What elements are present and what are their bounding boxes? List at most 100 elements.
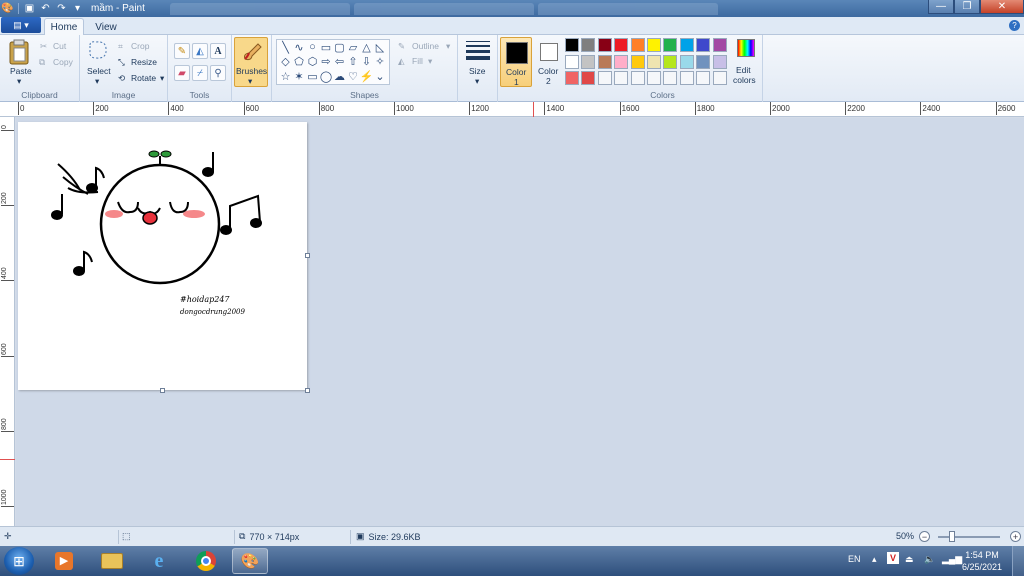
palette-swatch[interactable] (581, 71, 596, 85)
palette-swatch[interactable] (565, 71, 579, 85)
palette-swatch[interactable] (696, 54, 711, 69)
pencil-icon[interactable]: ✎ (174, 43, 190, 59)
shape-option[interactable]: ╲ (279, 41, 292, 54)
shape-option[interactable]: ⚡ (360, 70, 374, 83)
tab-view[interactable]: View (88, 18, 124, 36)
shape-option[interactable]: ⇦ (333, 56, 346, 68)
paint-taskbar-icon[interactable]: 🎨 (232, 548, 268, 574)
antivirus-tray-icon[interactable]: V (887, 552, 899, 564)
palette-swatch[interactable] (679, 54, 694, 69)
customize-qat-icon[interactable]: ▾ (72, 3, 83, 14)
shape-option[interactable]: ⇧ (347, 56, 360, 68)
shape-option[interactable]: ▭ (320, 41, 333, 54)
shape-option[interactable]: ☆ (279, 70, 292, 83)
shape-option[interactable]: ♡ (347, 70, 360, 83)
shape-option[interactable]: ◺ (374, 41, 387, 54)
shape-option[interactable]: ⇨ (320, 56, 333, 68)
rotate-button[interactable]: Rotate (131, 73, 156, 83)
help-icon[interactable]: ? (1009, 20, 1020, 31)
outline-button[interactable]: Outline (412, 41, 439, 51)
palette-swatch[interactable] (663, 38, 678, 52)
palette-swatch[interactable] (712, 54, 727, 69)
media-player-taskbar-icon[interactable]: ▶ (46, 548, 82, 574)
undo-icon[interactable]: ↶ (40, 3, 51, 14)
eraser-icon[interactable]: ▰ (174, 65, 190, 81)
palette-swatch[interactable] (679, 71, 694, 85)
shape-option[interactable]: ⬡ (306, 56, 319, 68)
resize-handle-bottom[interactable] (160, 388, 165, 393)
shape-option[interactable]: ○ (306, 41, 319, 53)
show-desktop-button[interactable] (1012, 546, 1024, 576)
shape-option[interactable]: ☁ (333, 70, 346, 83)
start-button[interactable]: ⊞ (4, 547, 34, 575)
shape-option[interactable]: ⌄ (374, 70, 387, 83)
shape-option[interactable]: ▢ (333, 41, 346, 54)
cut-button[interactable]: Cut (53, 41, 66, 51)
shape-option[interactable]: ◯ (320, 70, 333, 83)
shape-option[interactable]: ∿ (293, 41, 306, 54)
palette-swatch[interactable] (597, 54, 612, 69)
resize-handle-corner[interactable] (305, 388, 310, 393)
shape-option[interactable]: ▭ (306, 70, 319, 83)
palette-swatch[interactable] (679, 38, 694, 52)
palette-swatch[interactable] (696, 38, 711, 52)
usb-tray-icon[interactable]: ⏏ (905, 554, 914, 565)
palette-swatch[interactable] (647, 38, 661, 52)
system-clock[interactable]: 1:54 PM 6/25/2021 (962, 549, 1002, 573)
palette-swatch[interactable] (614, 38, 629, 52)
resize-button[interactable]: Resize (131, 57, 157, 67)
palette-swatch[interactable] (712, 38, 727, 52)
palette-swatch[interactable] (696, 71, 711, 85)
fill-bucket-icon[interactable]: ◭ (192, 43, 208, 59)
palette-swatch[interactable] (581, 54, 596, 69)
palette-swatch[interactable] (647, 54, 661, 69)
paste-button[interactable]: Paste ▾ (8, 39, 32, 87)
shape-option[interactable]: △ (360, 41, 373, 54)
size-group[interactable]: Size ▾ (458, 35, 498, 102)
palette-swatch[interactable] (663, 71, 678, 85)
shape-option[interactable]: ⇩ (360, 56, 373, 68)
palette-swatch[interactable] (663, 54, 678, 69)
shape-option[interactable]: ▱ (347, 41, 360, 54)
text-tool-icon[interactable]: A (210, 43, 226, 59)
copy-button[interactable]: Copy (53, 57, 73, 67)
canvas-work-area[interactable]: #hoidap247 dongocdrung2009 (16, 118, 1024, 526)
palette-swatch[interactable] (597, 71, 612, 85)
palette-swatch[interactable] (630, 38, 645, 52)
file-explorer-taskbar-icon[interactable] (94, 548, 130, 574)
maximize-button[interactable]: ❐ (954, 0, 980, 14)
zoom-in-button[interactable]: + (1010, 531, 1021, 542)
palette-swatch[interactable] (581, 38, 596, 52)
internet-explorer-taskbar-icon[interactable]: e (141, 548, 177, 574)
drawing-canvas[interactable]: #hoidap247 dongocdrung2009 (18, 122, 310, 393)
shape-option[interactable]: ◇ (279, 56, 292, 68)
fill-button[interactable]: Fill (412, 56, 423, 66)
close-button[interactable]: ✕ (980, 0, 1024, 14)
shape-option[interactable]: ⬠ (293, 56, 306, 68)
network-tray-icon[interactable]: ▂▄▆ (942, 554, 962, 565)
crop-button[interactable]: Crop (131, 41, 149, 51)
paint-app-icon[interactable]: 🎨 (1, 3, 13, 14)
zoom-slider[interactable] (938, 536, 1000, 538)
brushes-button[interactable]: Brushes ▾ (234, 37, 268, 87)
palette-swatch[interactable] (614, 54, 629, 69)
palette-swatch[interactable] (565, 54, 579, 69)
volume-tray-icon[interactable]: 🔈 (924, 554, 935, 565)
color2-button[interactable]: Color 2 (535, 37, 563, 87)
save-icon[interactable]: ▣ (24, 3, 35, 14)
palette-swatch[interactable] (630, 54, 645, 69)
resize-handle-right[interactable] (305, 253, 310, 258)
zoom-out-button[interactable]: − (919, 531, 930, 542)
tab-home[interactable]: Home (44, 18, 84, 36)
magnifier-icon[interactable]: ⚲ (210, 65, 226, 81)
select-button[interactable]: Select ▾ (86, 39, 112, 87)
palette-swatch[interactable] (565, 38, 579, 52)
edit-colors-button[interactable]: Edit colors (731, 39, 761, 89)
chrome-taskbar-icon[interactable] (188, 548, 224, 574)
palette-swatch[interactable] (614, 71, 629, 85)
palette-swatch[interactable] (630, 71, 645, 85)
zoom-slider-thumb[interactable] (949, 531, 955, 542)
shape-option[interactable]: ✶ (293, 70, 306, 83)
redo-icon[interactable]: ↷ (56, 3, 67, 14)
palette-swatch[interactable] (712, 71, 727, 85)
